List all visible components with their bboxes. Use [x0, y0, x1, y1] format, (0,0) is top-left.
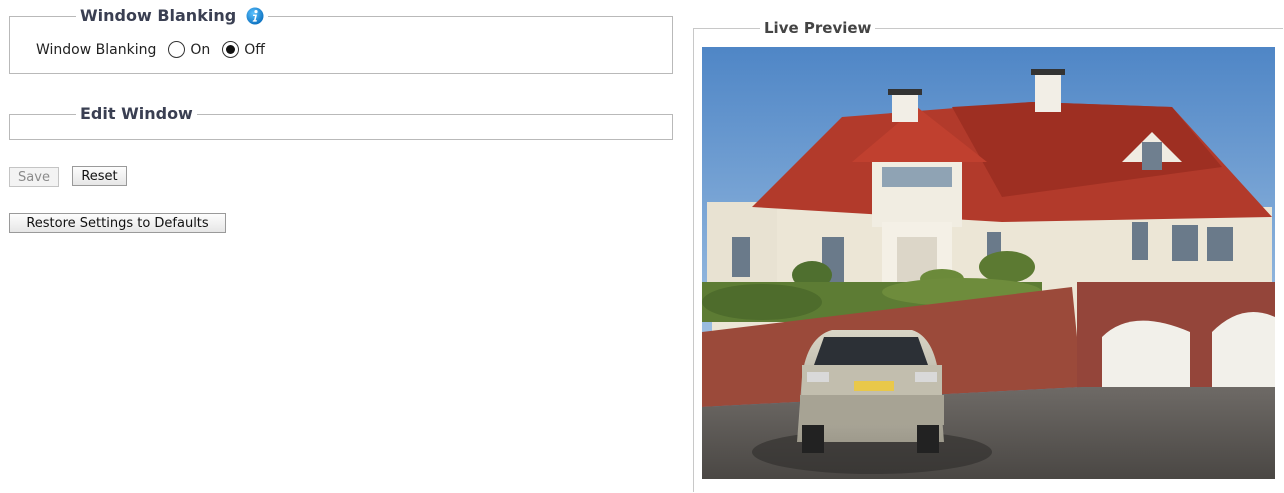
- radio-off[interactable]: [222, 41, 240, 58]
- window-blanking-title: Window Blanking: [80, 6, 237, 25]
- window-blanking-legend: Window Blanking: [76, 6, 269, 26]
- window-blanking-fieldset: Window Blanking Window Blanking On Off: [9, 6, 673, 74]
- live-preview-image[interactable]: [702, 47, 1275, 479]
- live-preview-legend: Live Preview: [760, 18, 876, 38]
- restore-defaults-button[interactable]: Restore Settings to Defaults: [9, 213, 226, 233]
- edit-window-fieldset: Edit Window: [9, 104, 673, 140]
- edit-window-title: Edit Window: [80, 104, 193, 123]
- window-blanking-row: Window Blanking On Off: [36, 41, 265, 58]
- radio-on[interactable]: [168, 41, 186, 58]
- radio-off-dot: [226, 45, 236, 54]
- camera-feed-illustration: [702, 47, 1275, 479]
- reset-button[interactable]: Reset: [72, 166, 127, 186]
- live-preview-title: Live Preview: [764, 19, 872, 37]
- window-blanking-label: Window Blanking: [36, 41, 157, 58]
- save-button[interactable]: Save: [9, 167, 59, 187]
- edit-window-legend: Edit Window: [76, 104, 197, 124]
- radio-off-label[interactable]: Off: [244, 42, 265, 58]
- info-icon[interactable]: [246, 7, 264, 25]
- radio-on-label[interactable]: On: [190, 42, 210, 58]
